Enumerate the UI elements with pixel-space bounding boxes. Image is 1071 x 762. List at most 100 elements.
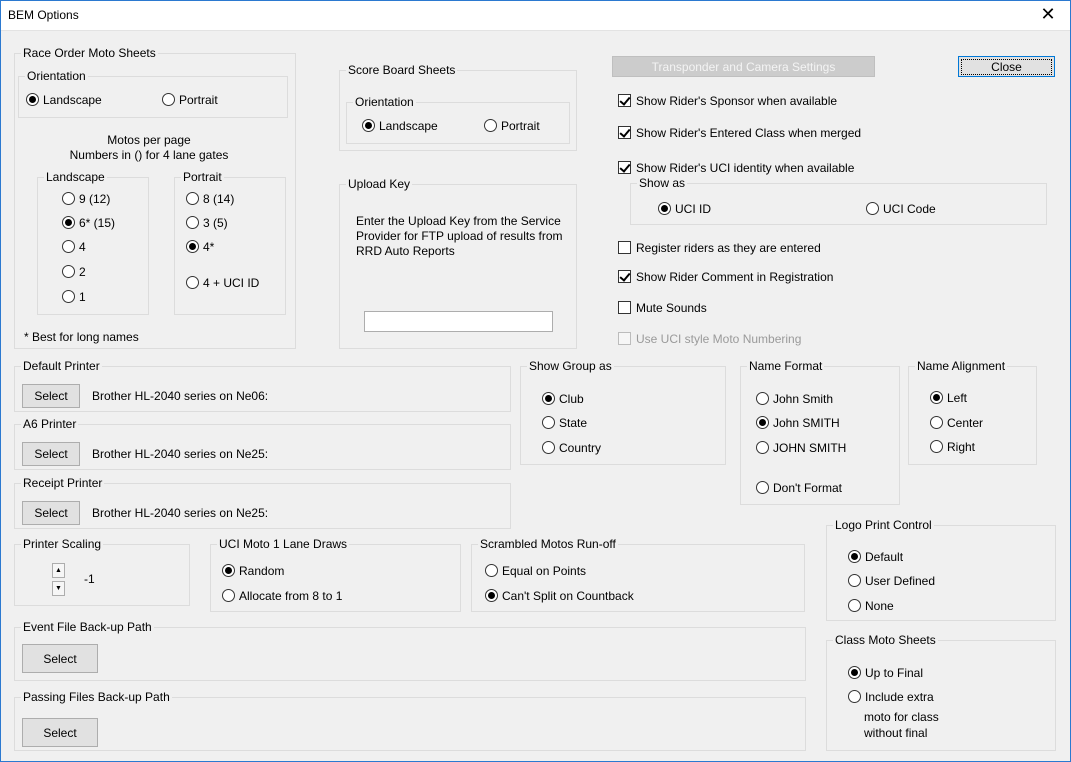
upload-key-field[interactable] <box>365 312 552 331</box>
landscape-option-9[interactable]: 9 (12) <box>62 192 110 206</box>
window-title: BEM Options <box>8 8 79 22</box>
radio-selected-icon <box>756 416 769 429</box>
window-close-icon[interactable]: ✕ <box>1025 0 1071 31</box>
mute-sounds-checkbox[interactable]: Mute Sounds <box>618 301 707 315</box>
lane-draws-random-radio[interactable]: Random <box>222 564 284 578</box>
logo-print-control-legend: Logo Print Control <box>833 518 934 532</box>
score-board-portrait-radio[interactable]: Portrait <box>484 119 540 133</box>
include-extra-radio[interactable]: Include extra <box>848 690 934 704</box>
show-group-state-radio[interactable]: State <box>542 416 587 430</box>
checkbox-checked-icon <box>618 270 631 283</box>
event-backup-legend: Event File Back-up Path <box>21 620 154 634</box>
align-right-radio[interactable]: Right <box>930 440 975 454</box>
scrambled-motos-legend: Scrambled Motos Run-off <box>478 537 618 551</box>
show-uci-identity-checkbox[interactable]: Show Rider's UCI identity when available <box>618 161 854 175</box>
cant-split-countback-radio[interactable]: Can't Split on Countback <box>485 589 634 603</box>
landscape-option-6[interactable]: 6* (15) <box>62 216 115 230</box>
show-group-country-radio[interactable]: Country <box>542 441 601 455</box>
race-order-portrait-radio[interactable]: Portrait <box>162 93 218 107</box>
title-bar: BEM Options ✕ <box>0 0 1071 31</box>
transponder-camera-settings-button[interactable]: Transponder and Camera Settings <box>612 56 875 77</box>
landscape-option-4[interactable]: 4 <box>62 240 86 254</box>
a6-printer-name: Brother HL-2040 series on Ne25: <box>92 447 269 461</box>
landscape-option-1[interactable]: 1 <box>62 290 86 304</box>
default-printer-select-button[interactable]: Select <box>22 384 80 408</box>
radio-icon <box>930 416 943 429</box>
a6-printer-legend: A6 Printer <box>21 417 79 431</box>
logo-default-radio[interactable]: Default <box>848 550 903 564</box>
name-format-dont-format-radio[interactable]: Don't Format <box>756 481 842 495</box>
align-left-radio[interactable]: Left <box>930 391 967 405</box>
show-rider-comment-checkbox[interactable]: Show Rider Comment in Registration <box>618 270 833 284</box>
show-sponsor-checkbox[interactable]: Show Rider's Sponsor when available <box>618 94 837 108</box>
equal-on-points-radio[interactable]: Equal on Points <box>485 564 586 578</box>
show-entered-class-checkbox[interactable]: Show Rider's Entered Class when merged <box>618 126 861 140</box>
passing-backup-legend: Passing Files Back-up Path <box>21 690 172 704</box>
register-riders-checkbox[interactable]: Register riders as they are entered <box>618 241 821 255</box>
event-backup-group: Event File Back-up Path <box>14 620 806 681</box>
name-format-all-caps-radio[interactable]: JOHN SMITH <box>756 441 846 455</box>
receipt-printer-legend: Receipt Printer <box>21 476 105 490</box>
radio-icon <box>62 240 75 253</box>
include-extra-line2: moto for class <box>864 710 939 724</box>
receipt-printer-select-button[interactable]: Select <box>22 501 80 525</box>
radio-selected-icon <box>658 202 671 215</box>
radio-selected-icon <box>930 391 943 404</box>
score-board-landscape-radio[interactable]: Landscape <box>362 119 438 133</box>
radio-selected-icon <box>222 564 235 577</box>
printer-scaling-legend: Printer Scaling <box>21 537 104 551</box>
radio-icon <box>756 441 769 454</box>
passing-backup-select-button[interactable]: Select <box>22 718 98 747</box>
radio-icon <box>542 441 555 454</box>
radio-icon <box>485 564 498 577</box>
class-moto-sheets-legend: Class Moto Sheets <box>833 633 938 647</box>
scaling-down-icon[interactable]: ▼ <box>52 581 65 596</box>
landscape-motos-legend: Landscape <box>44 170 107 184</box>
name-format-john-smith-radio[interactable]: John Smith <box>756 392 833 406</box>
printer-scaling-value: -1 <box>84 572 95 586</box>
race-order-landscape-radio[interactable]: Landscape <box>26 93 102 107</box>
race-order-orientation-legend: Orientation <box>25 69 88 83</box>
checkbox-checked-icon <box>618 94 631 107</box>
event-backup-select-button[interactable]: Select <box>22 644 98 673</box>
radio-selected-icon <box>362 119 375 132</box>
name-format-john-upper-smith-radio[interactable]: John SMITH <box>756 416 840 430</box>
portrait-option-8[interactable]: 8 (14) <box>186 192 234 206</box>
logo-none-radio[interactable]: None <box>848 599 894 613</box>
lane-draws-allocate-radio[interactable]: Allocate from 8 to 1 <box>222 589 342 603</box>
logo-user-defined-radio[interactable]: User Defined <box>848 574 935 588</box>
radio-icon <box>542 416 555 429</box>
radio-icon <box>62 192 75 205</box>
scaling-up-icon[interactable]: ▲ <box>52 563 65 578</box>
uci-id-radio[interactable]: UCI ID <box>658 202 711 216</box>
portrait-option-4[interactable]: 4* <box>186 240 214 254</box>
radio-selected-icon <box>848 666 861 679</box>
radio-icon <box>484 119 497 132</box>
upload-key-input[interactable] <box>364 311 553 332</box>
radio-icon <box>222 589 235 602</box>
align-center-radio[interactable]: Center <box>930 416 983 430</box>
radio-icon <box>848 599 861 612</box>
radio-selected-icon <box>485 589 498 602</box>
uci-moto-numbering-checkbox[interactable]: Use UCI style Moto Numbering <box>618 332 801 346</box>
radio-icon <box>186 216 199 229</box>
radio-icon <box>62 290 75 303</box>
upload-key-legend: Upload Key <box>346 177 413 191</box>
upload-key-description: Enter the Upload Key from the Service Pr… <box>356 214 563 258</box>
portrait-option-3[interactable]: 3 (5) <box>186 216 228 230</box>
long-names-footnote: * Best for long names <box>24 330 139 344</box>
radio-icon <box>186 276 199 289</box>
radio-icon <box>186 192 199 205</box>
include-extra-line3: without final <box>864 726 928 740</box>
close-button[interactable]: Close <box>958 56 1055 77</box>
portrait-motos-legend: Portrait <box>181 170 224 184</box>
radio-icon <box>162 93 175 106</box>
radio-icon <box>930 440 943 453</box>
a6-printer-select-button[interactable]: Select <box>22 442 80 466</box>
portrait-option-4-uci[interactable]: 4 + UCI ID <box>186 276 259 290</box>
score-board-orientation-legend: Orientation <box>353 95 416 109</box>
uci-code-radio[interactable]: UCI Code <box>866 202 936 216</box>
show-group-club-radio[interactable]: Club <box>542 392 584 406</box>
landscape-option-2[interactable]: 2 <box>62 265 86 279</box>
up-to-final-radio[interactable]: Up to Final <box>848 666 923 680</box>
